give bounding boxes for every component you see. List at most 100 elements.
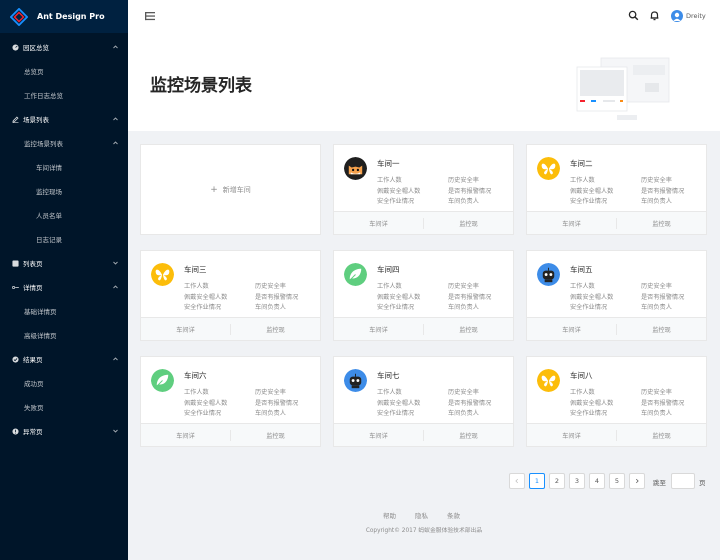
stat-label: 历史安全率 — [255, 283, 286, 290]
stats-left: 工作人数 佩戴安全帽人数 安全作业情况 — [377, 176, 420, 208]
workshop-detail-link[interactable]: 车间详 — [334, 219, 423, 228]
stat-label: 安全作业情况 — [570, 410, 608, 418]
workshop-detail-link[interactable]: 车间详 — [334, 325, 423, 334]
monitor-link[interactable]: 监控现 — [231, 325, 320, 334]
sidebar-item[interactable]: 园区总览 — [0, 35, 128, 59]
monitor-link[interactable]: 监控现 — [617, 431, 706, 440]
monitor-link[interactable]: 监控现 — [424, 431, 513, 440]
sidebar-item[interactable]: 基础详情页 — [0, 299, 128, 323]
logo[interactable]: Ant Design Pro — [0, 0, 128, 33]
user-name: Dreity — [686, 12, 706, 20]
sidebar-item[interactable]: 失败页 — [0, 395, 128, 419]
stat-label: 佩戴安全帽人数 — [184, 293, 228, 301]
monitor-link[interactable]: 监控现 — [424, 325, 513, 334]
card-actions: 车间详 监控现 — [334, 317, 513, 340]
workshop-avatar-icon — [151, 263, 174, 286]
stats-right: 历史安全率 是否有报警情况 车间负责人 — [255, 282, 298, 314]
stat-label: 工作人数 — [184, 389, 209, 396]
sidebar-item[interactable]: 工作日志总览 — [0, 83, 128, 107]
chevron-left-icon — [515, 478, 519, 484]
sidebar-item[interactable]: 高级详情页 — [0, 323, 128, 347]
stat-label: 佩戴安全帽人数 — [570, 187, 614, 195]
monitor-link[interactable]: 监控现 — [424, 219, 513, 228]
sidebar-item[interactable]: 结果页 — [0, 347, 128, 371]
stat-label: 车间负责人 — [641, 410, 672, 418]
page-button[interactable]: 2 — [549, 473, 565, 489]
sidebar-item[interactable]: 日志记录 — [0, 227, 128, 251]
stat-label: 历史安全率 — [448, 177, 479, 184]
footer-link[interactable]: 帮助 — [383, 510, 396, 520]
stat-label: 工作人数 — [377, 389, 402, 396]
page-number: 3 — [574, 477, 580, 485]
workshop-card[interactable]: 车间六工作人数 佩戴安全帽人数 安全作业情况 历史安全率 是否有报警情况 车间负责人车间详… — [140, 356, 321, 447]
stat-label: 工作人数 — [570, 177, 595, 184]
workshop-title: 车间三 — [184, 265, 207, 274]
check-circle-icon — [12, 355, 19, 363]
sidebar-item[interactable]: 场景列表 — [0, 107, 128, 131]
stat-label: 安全作业情况 — [377, 198, 415, 206]
workshop-detail-link[interactable]: 车间详 — [334, 431, 423, 440]
stat-label: 佩戴安全帽人数 — [570, 399, 614, 407]
workshop-title: 车间六 — [184, 371, 207, 380]
sidebar-item[interactable]: 总览页 — [0, 59, 128, 83]
page-button[interactable]: 1 — [529, 473, 545, 489]
user-menu[interactable]: Dreity — [671, 9, 706, 23]
workshop-card[interactable]: 车间三 工作人数 佩戴安全帽人数 安全作业情况 历史安全率 是否有报警情况 车间负责人 车间详… — [140, 250, 321, 341]
sidebar-item[interactable]: 详情页 — [0, 275, 128, 299]
sidebar-item[interactable]: 异常页 — [0, 419, 128, 443]
sidebar-item[interactable]: 监控场景列表 — [0, 131, 128, 155]
page-number: 5 — [614, 477, 620, 485]
card-body: 车间七 工作人数 佩戴安全帽人数 安全作业情况 历史安全率 是否有报警情况 车间负责人 — [334, 357, 513, 424]
stats-right: 历史安全率 是否有报警情况 车间负责人 — [448, 282, 491, 314]
next-page-button[interactable] — [629, 473, 645, 489]
dashboard-illustration — [576, 57, 670, 120]
stats-left: 工作人数 佩戴安全帽人数 安全作业情况 — [570, 388, 613, 420]
workshop-card[interactable]: 车间一 工作人数 佩戴安全帽人数 安全作业情况 历史安全率 是否有报警情况 车间负责人 车间详… — [333, 144, 514, 235]
sidebar-item-label: 详情页 — [23, 284, 43, 292]
workshop-detail-link[interactable]: 车间详 — [141, 325, 230, 334]
search-icon[interactable] — [628, 10, 639, 21]
sidebar-item-label: 场景列表 — [23, 116, 49, 124]
footer-link[interactable]: 隐私 — [415, 510, 428, 520]
workshop-detail-link[interactable]: 车间详 — [527, 219, 616, 228]
stat-label: 安全作业情况 — [184, 410, 222, 418]
workshop-title: 车间二 — [570, 159, 593, 168]
chevron-up-icon — [112, 139, 119, 146]
stats-left: 工作人数 佩戴安全帽人数 安全作业情况 — [377, 282, 420, 314]
stat-label: 佩戴安全帽人数 — [377, 293, 421, 301]
sidebar-item[interactable]: 监控现场 — [0, 179, 128, 203]
footer-link[interactable]: 条款 — [447, 510, 460, 520]
add-workshop-button[interactable]: + 新增车间 — [140, 144, 321, 235]
monitor-link[interactable]: 监控现 — [617, 219, 706, 228]
monitor-link[interactable]: 监控现 — [617, 325, 706, 334]
sidebar-item[interactable]: 成功页 — [0, 371, 128, 395]
bell-icon[interactable] — [649, 10, 660, 21]
stats-right: 历史安全率 是否有报警情况 车间负责人 — [255, 388, 298, 420]
monitor-link[interactable]: 监控现 — [231, 431, 320, 440]
workshop-card[interactable]: 车间四 工作人数 佩戴安全帽人数 安全作业情况 历史安全率 是否有报警情况 车间负责人 车间详… — [333, 250, 514, 341]
workshop-card[interactable]: 车间五 工作人数 佩戴安全帽人数 安全作业情况 历史安全率 是否有报警情况 车间负责人 车间详… — [526, 250, 707, 341]
stats-left: 工作人数 佩戴安全帽人数 安全作业情况 — [184, 388, 227, 420]
page-button[interactable]: 4 — [589, 473, 605, 489]
sidebar-item[interactable]: 列表页 — [0, 251, 128, 275]
menu-fold-icon[interactable] — [144, 10, 156, 22]
workshop-detail-link[interactable]: 车间详 — [141, 431, 230, 440]
stat-label: 工作人数 — [184, 283, 209, 290]
workshop-avatar-icon — [344, 157, 367, 180]
sidebar-item[interactable]: 人员名单 — [0, 203, 128, 227]
prev-page-button[interactable] — [509, 473, 525, 489]
card-actions: 车间详 监控现 — [527, 211, 706, 234]
workshop-detail-link[interactable]: 车间详 — [527, 431, 616, 440]
card-body: 车间四 工作人数 佩戴安全帽人数 安全作业情况 历史安全率 是否有报警情况 车间负责人 — [334, 251, 513, 318]
workshop-avatar-icon — [537, 369, 560, 392]
stat-label: 历史安全率 — [448, 283, 479, 290]
page-button[interactable]: 3 — [569, 473, 585, 489]
workshop-card[interactable]: 车间八 工作人数 佩戴安全帽人数 安全作业情况 历史安全率 是否有报警情况 车间负责人 车间详… — [526, 356, 707, 447]
profile-icon — [12, 284, 19, 291]
workshop-card[interactable]: 车间二 工作人数 佩戴安全帽人数 安全作业情况 历史安全率 是否有报警情况 车间负责人 车间详… — [526, 144, 707, 235]
sidebar-item[interactable]: 车间详情 — [0, 155, 128, 179]
workshop-card[interactable]: 车间七 工作人数 佩戴安全帽人数 安全作业情况 历史安全率 是否有报警情况 车间负责人车间详… — [333, 356, 514, 447]
workshop-detail-link[interactable]: 车间详 — [527, 325, 616, 334]
goto-page-input[interactable] — [671, 473, 695, 489]
page-button[interactable]: 5 — [609, 473, 625, 489]
